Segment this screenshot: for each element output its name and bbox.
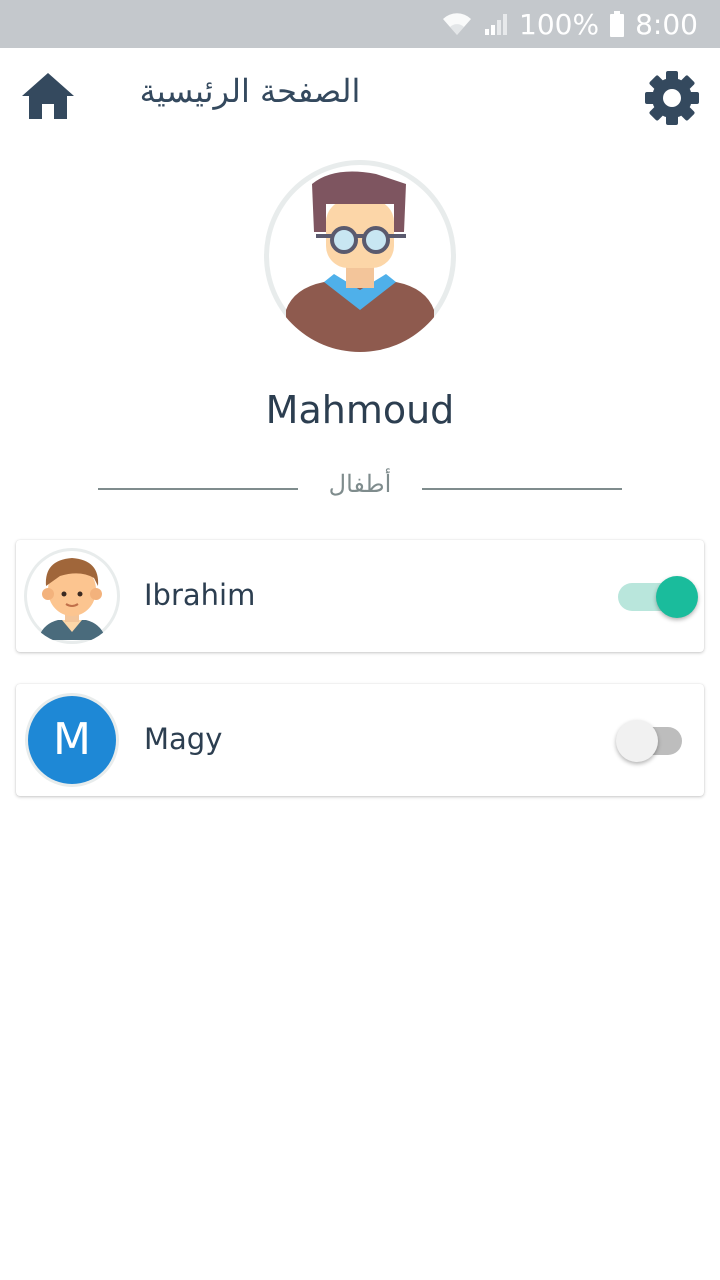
home-button[interactable] <box>20 70 76 122</box>
gear-icon <box>644 71 700 130</box>
settings-button[interactable] <box>644 70 700 126</box>
toggle-knob <box>616 720 658 762</box>
signal-icon <box>483 11 509 37</box>
child-letter-avatar: M <box>28 696 116 784</box>
children-section-label: أطفال <box>328 470 392 498</box>
child-avatar <box>24 548 120 644</box>
man-with-glasses-avatar <box>286 171 434 352</box>
toggle-knob <box>656 576 698 618</box>
child-name: Magy <box>144 722 223 756</box>
home-icon <box>20 73 76 126</box>
status-bar: 100% 8:00 <box>0 0 720 48</box>
profile-avatar[interactable] <box>264 160 456 352</box>
page-title: الصفحة الرئيسية <box>139 72 361 110</box>
child-card[interactable]: Ibrahim <box>16 540 704 652</box>
clock: 8:00 <box>635 7 698 41</box>
child-card[interactable]: M Magy <box>16 684 704 796</box>
battery-icon <box>609 11 625 37</box>
boy-avatar <box>38 558 106 640</box>
battery-percent: 100% <box>519 7 600 41</box>
divider-left <box>98 488 298 490</box>
child-toggle[interactable] <box>616 720 686 762</box>
child-toggle[interactable] <box>616 576 698 618</box>
divider-right <box>422 488 622 490</box>
wifi-icon <box>441 11 473 37</box>
app-bar: الصفحة الرئيسية <box>0 48 720 144</box>
status-icons: 100% 8:00 <box>441 0 698 48</box>
child-name: Ibrahim <box>144 578 256 612</box>
profile-name: Mahmoud <box>265 388 455 432</box>
